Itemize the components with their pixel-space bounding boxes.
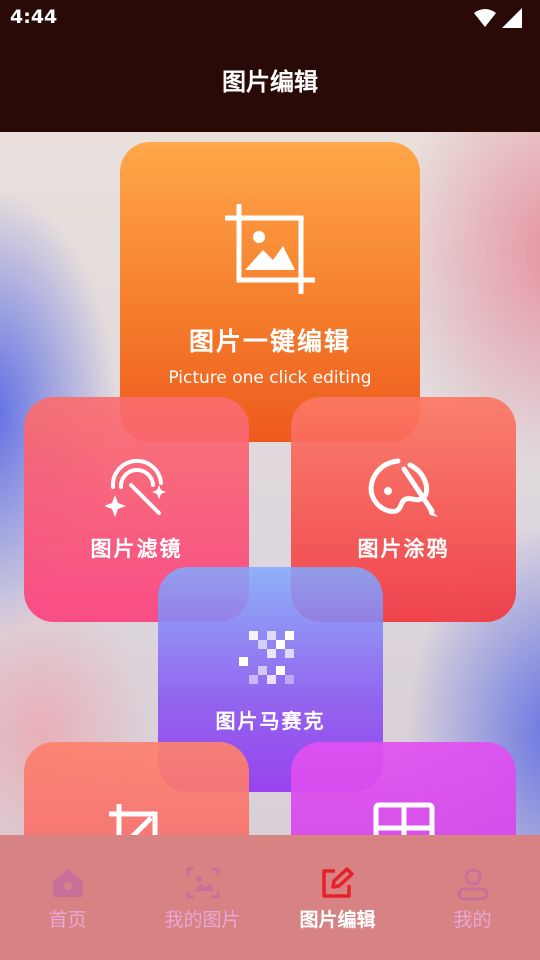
gallery-icon (186, 867, 220, 903)
tab-my-pictures[interactable]: 我的图片 (135, 835, 270, 960)
signal-icon (502, 8, 522, 28)
profile-icon (456, 867, 490, 905)
bottom-tab-bar: 首页 我的图片 图片编辑 我的 (0, 835, 540, 960)
one-click-edit-sublabel: Picture one click editing (168, 368, 372, 388)
status-time: 4:44 (10, 6, 58, 28)
feature-canvas: 图片一键编辑 Picture one click editing 图片滤镜 图片… (0, 132, 540, 835)
one-click-edit-label: 图片一键编辑 (188, 327, 351, 356)
tab-profile-label: 我的 (453, 909, 492, 931)
tab-image-edit-label: 图片编辑 (299, 909, 376, 931)
home-icon (51, 867, 85, 903)
collage-icon (373, 802, 435, 835)
crop-icon (107, 802, 167, 835)
doodle-label: 图片涂鸦 (357, 537, 450, 561)
mosaic-icon (238, 629, 303, 697)
tab-my-pictures-label: 我的图片 (164, 909, 241, 931)
page-title: 图片编辑 (222, 68, 318, 96)
status-icons (474, 8, 522, 28)
tab-home-label: 首页 (48, 909, 87, 931)
tab-profile[interactable]: 我的 (405, 835, 540, 960)
edit-icon (321, 867, 355, 903)
collage-card[interactable] (291, 742, 516, 835)
mosaic-label: 图片马赛克 (215, 709, 326, 733)
tab-image-edit[interactable]: 图片编辑 (270, 835, 405, 960)
crop-card[interactable] (24, 742, 249, 835)
tab-home[interactable]: 首页 (0, 835, 135, 960)
magic-wand-icon (103, 455, 169, 523)
image-crop-icon (224, 203, 316, 298)
app-bar: 图片编辑 (0, 36, 540, 132)
palette-brush-icon (366, 455, 442, 523)
status-bar: 4:44 (0, 0, 540, 36)
filter-label: 图片滤镜 (90, 537, 183, 561)
wifi-icon (474, 9, 496, 27)
